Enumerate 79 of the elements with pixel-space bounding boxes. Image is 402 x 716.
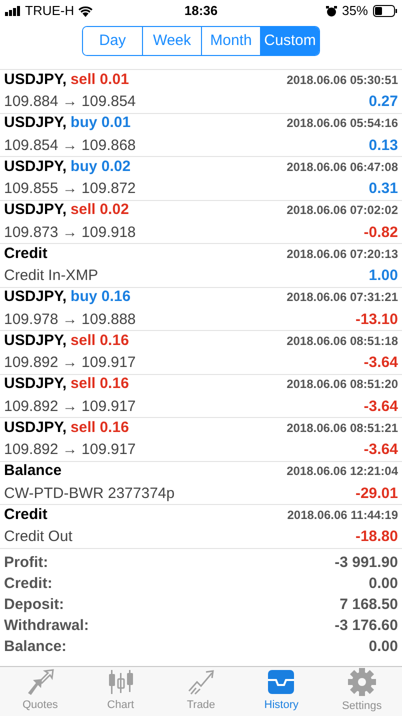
symbol-label: USDJPY, — [4, 113, 67, 134]
deal-type: buy 0.16 — [70, 287, 131, 308]
profit-value: 0.31 — [368, 179, 398, 200]
deal-type: sell 0.01 — [70, 70, 129, 90]
tab-bar-item[interactable]: History — [241, 667, 322, 716]
summary-value: 0.00 — [368, 574, 398, 594]
price-change: 109.892 → 109.917 — [4, 353, 136, 374]
price-change: 109.892 → 109.917 — [4, 440, 136, 460]
summary-value: 7 168.50 — [340, 594, 398, 615]
symbol-label: Balance — [4, 461, 62, 482]
summary-label: Withdrawal: — [4, 616, 89, 636]
symbol-label: USDJPY, — [4, 374, 67, 394]
deal-type: buy 0.02 — [70, 156, 131, 177]
deal-time: 2018.06.06 05:54:16 — [286, 115, 398, 132]
deal-time: 2018.06.06 08:51:20 — [286, 376, 398, 394]
deal-time: 2018.06.06 07:02:02 — [286, 202, 398, 220]
deal-time: 2018.06.06 08:51:21 — [286, 420, 398, 437]
price-change: 109.884 → 109.854 — [4, 92, 136, 112]
signal-icon — [5, 6, 21, 16]
symbol-label: Credit — [4, 244, 48, 264]
tab-bar-item[interactable]: Quotes — [0, 667, 80, 716]
symbol-label: USDJPY, — [4, 70, 67, 90]
deal-time: 2018.06.06 11:44:19 — [287, 506, 398, 524]
clock-time: 18:36 — [184, 3, 218, 18]
deal-time: 2018.06.06 12:21:04 — [286, 463, 398, 480]
profit-value: -3.64 — [364, 396, 398, 417]
profit-value: -29.01 — [355, 484, 398, 504]
symbol-label: USDJPY, — [4, 330, 67, 351]
summary-value: -3 991.90 — [334, 552, 398, 573]
operation-comment: CW-PTD-BWR 2377374p — [4, 484, 175, 504]
symbol-label: USDJPY, — [4, 200, 67, 220]
tab-bar-item[interactable]: Chart — [80, 667, 161, 716]
profit-value: 1.00 — [368, 266, 398, 286]
deal-time: 2018.06.06 06:47:08 — [286, 158, 398, 176]
summary-label: Balance: — [4, 636, 67, 657]
price-change: 109.978 → 109.888 — [4, 310, 136, 330]
symbol-label: USDJPY, — [4, 418, 67, 438]
symbol-label: Credit — [4, 504, 48, 525]
period-tab[interactable]: Custom — [260, 27, 319, 55]
profit-value: -13.10 — [355, 310, 398, 330]
summary-label: Credit: — [4, 574, 52, 594]
profit-value: -3.64 — [364, 353, 398, 374]
deal-time: 2018.06.06 07:20:13 — [286, 246, 398, 263]
arrows-icon — [26, 669, 54, 696]
profit-value: -18.80 — [355, 527, 398, 548]
deal-type: sell 0.16 — [70, 374, 129, 394]
summary-label: Profit: — [4, 552, 48, 573]
deal-time: 2018.06.06 08:51:18 — [286, 332, 398, 350]
deal-type: sell 0.16 — [70, 330, 129, 351]
wifi-icon — [78, 6, 94, 16]
deal-type: sell 0.16 — [70, 418, 129, 438]
deal-time: 2018.06.06 05:30:51 — [286, 72, 398, 89]
symbol-label: USDJPY, — [4, 287, 67, 308]
alarm-icon — [326, 6, 337, 16]
battery-icon — [373, 5, 397, 17]
summary-value: -3 176.60 — [334, 616, 398, 636]
price-change: 109.855 → 109.872 — [4, 179, 136, 200]
profit-value: 0.13 — [368, 136, 398, 156]
price-change: 109.873 → 109.918 — [4, 222, 136, 243]
tab-bar-item[interactable]: Settings — [322, 667, 402, 716]
summary-label: Deposit: — [4, 594, 64, 615]
profit-value: -3.64 — [364, 440, 398, 460]
deal-type: sell 0.02 — [70, 200, 129, 220]
battery-percent: 35% — [342, 2, 368, 20]
carrier-name: TRUE-H — [25, 2, 74, 20]
operation-comment: Credit In-XMP — [4, 266, 98, 286]
deal-type: buy 0.01 — [70, 113, 131, 134]
inbox-icon — [267, 669, 296, 696]
symbol-label: USDJPY, — [4, 156, 67, 177]
profit-value: 0.27 — [368, 92, 398, 112]
price-change: 109.892 → 109.917 — [4, 396, 136, 417]
deal-time: 2018.06.06 07:31:21 — [286, 289, 398, 306]
operation-comment: Credit Out — [4, 527, 72, 548]
trend-arrow-icon — [187, 669, 216, 696]
price-change: 109.854 → 109.868 — [4, 136, 136, 156]
summary-value: 0.00 — [368, 636, 398, 657]
tab-bar-item[interactable]: Trade — [160, 667, 242, 716]
candlestick-icon — [108, 669, 134, 696]
profit-value: -0.82 — [364, 222, 398, 243]
